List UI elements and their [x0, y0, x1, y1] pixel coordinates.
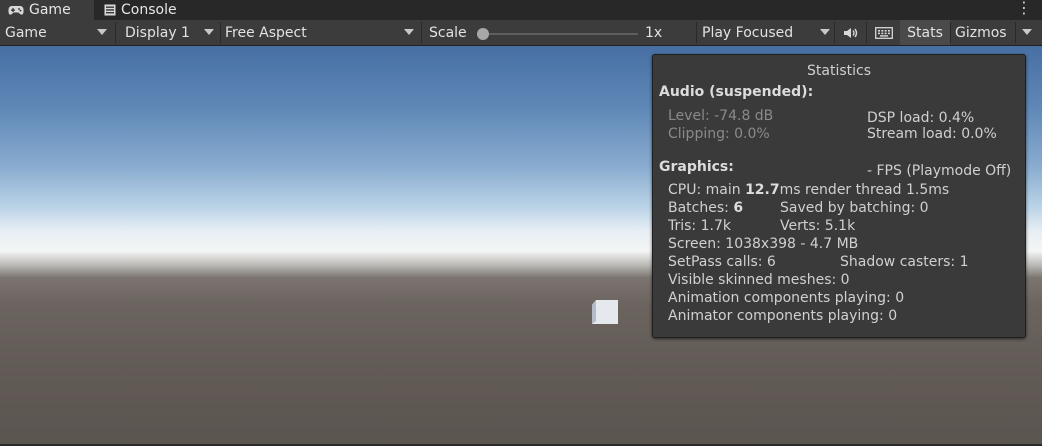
tris: Tris: 1.7k: [668, 218, 731, 234]
stats-toggle-label: Stats: [907, 24, 943, 41]
cpu-main-value: 12.7: [745, 182, 780, 198]
aspect-dropdown[interactable]: Free Aspect: [221, 20, 421, 45]
chevron-down-icon: [1022, 29, 1032, 35]
view-dropdown[interactable]: Game: [0, 20, 114, 45]
tab-bar: Game Console ⋮: [0, 0, 1042, 20]
animator-components: Animator components playing: 0: [668, 308, 898, 324]
saved-by-batching: Saved by batching: 0: [780, 200, 929, 216]
batches-value: 6: [733, 200, 744, 216]
batches-prefix: Batches:: [668, 200, 734, 216]
play-mode-dropdown[interactable]: Play Focused: [697, 20, 834, 45]
scale-slider-track[interactable]: [482, 33, 638, 35]
cube-object: [592, 300, 618, 324]
aspect-dropdown-label: Free Aspect: [225, 24, 307, 41]
statistics-panel: Statistics Audio (suspended): Level: -74…: [652, 54, 1026, 338]
keyboard-icon: [874, 26, 893, 39]
animation-components: Animation components playing: 0: [668, 290, 905, 306]
chevron-down-icon: [97, 29, 107, 35]
audio-clipping: Clipping: 0.0%: [668, 126, 770, 142]
cpu-suffix: ms render thread 1.5ms: [779, 182, 950, 198]
chevron-down-icon: [204, 29, 214, 35]
setpass-calls: SetPass calls: 6: [668, 254, 776, 270]
more-options-icon[interactable]: ⋮: [1016, 0, 1032, 20]
chevron-down-icon: [404, 29, 414, 35]
gizmos-label: Gizmos: [955, 24, 1007, 41]
gizmos-toggle[interactable]: Gizmos: [951, 20, 1015, 45]
visible-skinned-meshes: Visible skinned meshes: 0: [668, 272, 850, 288]
stream-load: Stream load: 0.0%: [867, 126, 997, 142]
screen-info: Screen: 1038x398 - 4.7 MB: [668, 236, 859, 252]
audio-header: Audio (suspended):: [659, 84, 814, 100]
tab-console-label: Console: [121, 2, 177, 18]
cpu-timing: CPU: main 12.7ms render thread 1.5ms: [668, 181, 949, 199]
view-dropdown-label: Game: [5, 24, 47, 41]
fps-readout: - FPS (Playmode Off): [867, 163, 1012, 179]
console-icon: [104, 4, 116, 16]
stats-title: Statistics: [807, 63, 871, 79]
stats-toggle[interactable]: Stats: [900, 20, 950, 45]
display-dropdown-label: Display 1: [125, 24, 190, 41]
display-dropdown[interactable]: Display 1: [116, 20, 220, 45]
tab-console[interactable]: Console: [104, 0, 204, 20]
scale-label: Scale: [429, 20, 467, 45]
shadow-casters: Shadow casters: 1: [840, 254, 969, 270]
separator: [421, 22, 422, 43]
scale-label-text: Scale: [429, 24, 467, 41]
cpu-prefix: CPU: main: [668, 182, 746, 198]
shortcuts-button[interactable]: [867, 20, 900, 45]
tab-game[interactable]: Game: [0, 0, 94, 20]
audio-level: Level: -74.8 dB: [668, 108, 774, 124]
gamepad-icon: [8, 5, 24, 16]
scale-value: 1x: [645, 20, 662, 45]
speaker-icon: [843, 27, 859, 39]
graphics-header: Graphics:: [659, 159, 734, 175]
chevron-down-icon: [820, 29, 830, 35]
tab-game-label: Game: [29, 2, 71, 18]
batches: Batches: 6: [668, 199, 743, 217]
scale-slider-handle[interactable]: [477, 28, 489, 40]
mute-audio-button[interactable]: [835, 20, 866, 45]
verts: Verts: 5.1k: [780, 218, 856, 234]
scale-value-text: 1x: [645, 24, 663, 41]
play-mode-label: Play Focused: [702, 24, 794, 41]
gizmos-dropdown[interactable]: [1016, 20, 1042, 45]
